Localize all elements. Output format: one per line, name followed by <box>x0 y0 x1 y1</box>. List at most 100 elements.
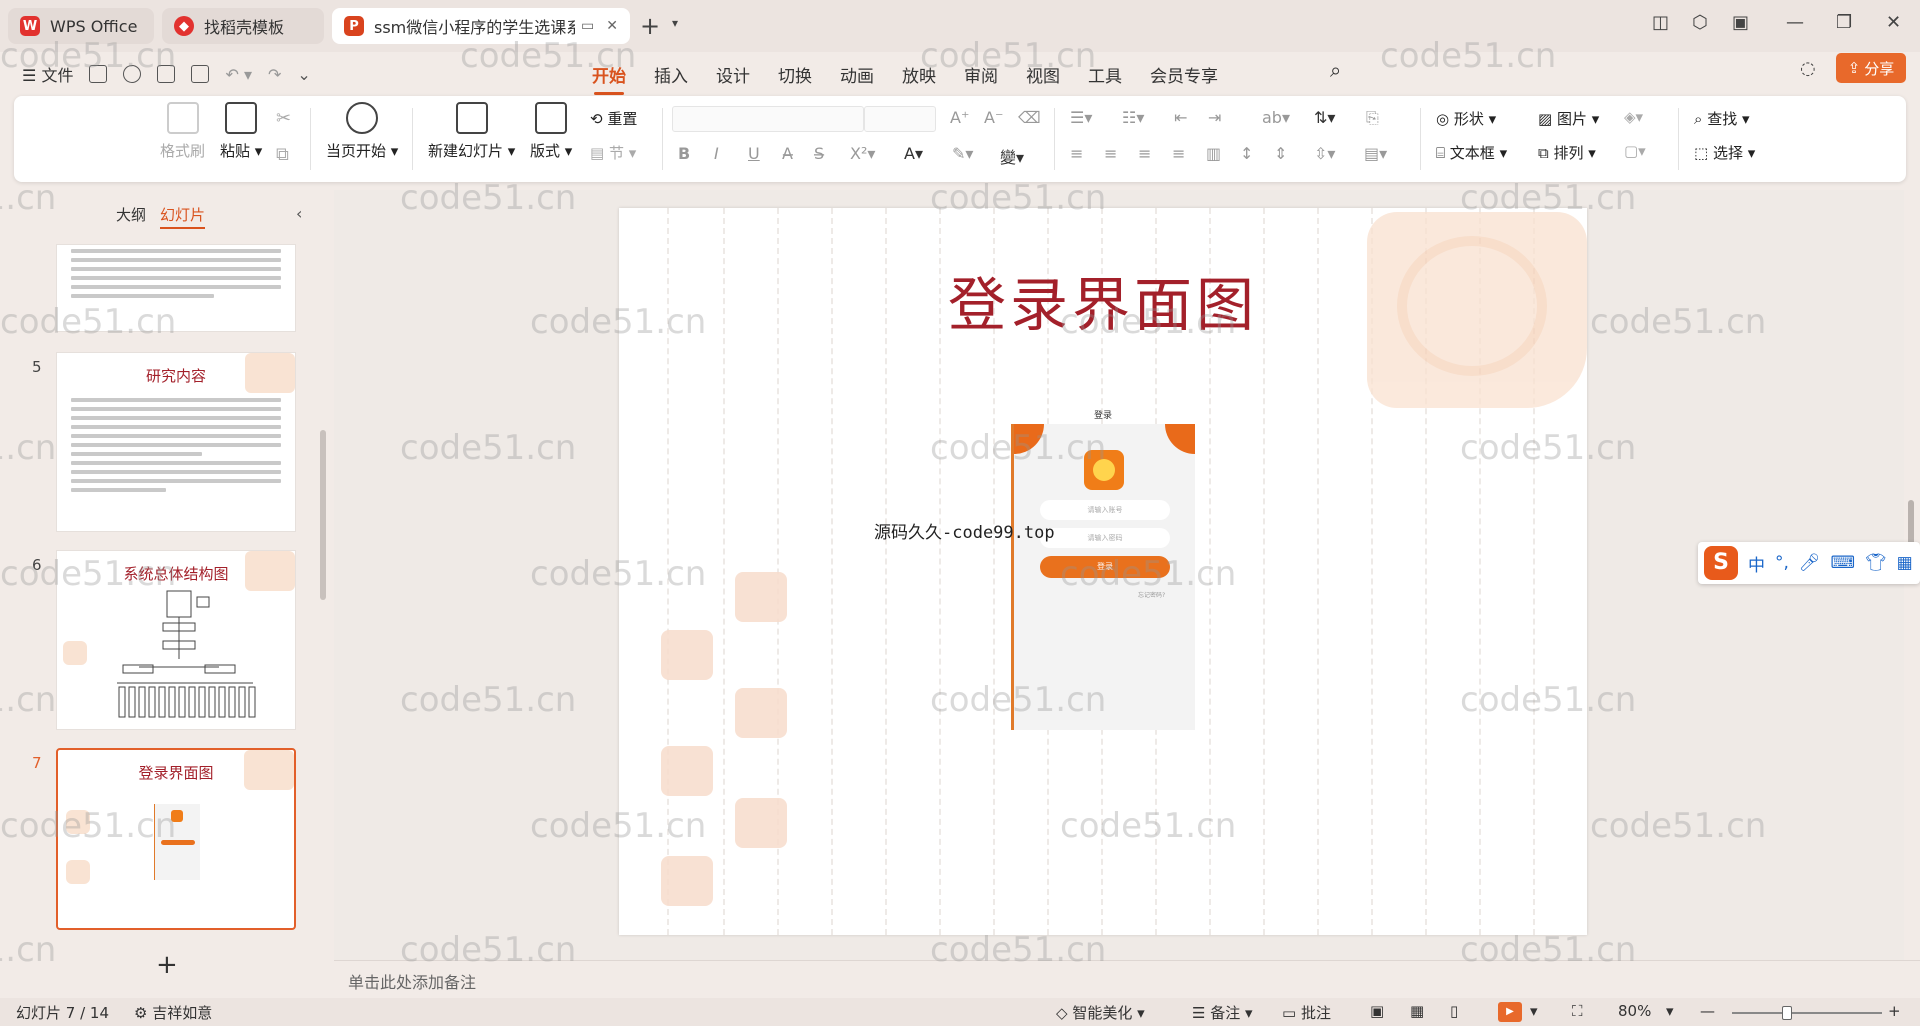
outdent-icon[interactable]: ⇤ <box>1174 108 1187 127</box>
align-center-icon[interactable]: ≡ <box>1104 144 1117 163</box>
ime-punct-toggle[interactable]: °, <box>1775 553 1789 573</box>
highlight-icon[interactable]: ✎▾ <box>952 144 973 163</box>
zoom-slider[interactable] <box>1732 1012 1882 1014</box>
slide-thumbnail-selected[interactable]: 登录界面图 <box>56 748 296 930</box>
font-color-icon[interactable]: A▾ <box>904 144 923 163</box>
normal-view-icon[interactable]: ▣ <box>1370 1002 1384 1020</box>
theme-button[interactable]: ⚙ 吉祥如意 <box>134 1002 212 1023</box>
zoom-slider-knob[interactable] <box>1782 1006 1792 1020</box>
phonetic-icon[interactable]: 變▾ <box>1000 144 1024 168</box>
layout-icon[interactable]: ◫ <box>1652 12 1669 33</box>
bold-icon[interactable]: B <box>678 144 690 163</box>
source-watermark-text[interactable]: 源码久久-code99.top <box>874 518 1055 543</box>
text-align-icon[interactable]: ▤▾ <box>1364 144 1387 163</box>
redo-icon[interactable]: ↷ <box>268 65 281 84</box>
tab-view[interactable]: 视图 <box>1012 58 1074 95</box>
reset-button[interactable]: ⟲ 重置 <box>590 108 637 129</box>
more-chevron-icon[interactable]: ⌄ <box>297 65 310 84</box>
justify-icon[interactable]: ≡ <box>1172 144 1185 163</box>
convert-icon[interactable]: ⎘ <box>1366 108 1379 128</box>
collapse-panel-icon[interactable]: ‹ <box>296 204 302 223</box>
zoom-in-icon[interactable]: + <box>1888 1002 1901 1020</box>
tab-template[interactable]: ◆ 找稻壳模板 <box>162 8 324 44</box>
spacing-menu-icon[interactable]: ⇳▾ <box>1314 144 1335 163</box>
arrange-button[interactable]: ⧉ 排列 ▾ <box>1538 142 1596 163</box>
font-family-combo[interactable] <box>672 106 864 132</box>
notes-toggle[interactable]: ☰ 备注 ▾ <box>1192 1002 1253 1023</box>
share-button[interactable]: ⇪ 分享 <box>1836 53 1906 83</box>
superscript-icon[interactable]: X²▾ <box>850 144 875 163</box>
layout-button[interactable]: 版式 ▾ <box>530 102 572 161</box>
restore-icon[interactable]: ❐ <box>1836 12 1852 33</box>
avatar[interactable]: ▣ <box>1732 12 1749 33</box>
find-button[interactable]: ⌕ 查找 ▾ <box>1694 108 1750 129</box>
format-painter-button[interactable]: 格式刷 <box>160 102 205 161</box>
slide-title[interactable]: 登录界面图 <box>619 258 1587 342</box>
chevron-down-icon[interactable]: ▾ <box>672 16 678 30</box>
distribute-icon[interactable]: ▥ <box>1206 144 1221 163</box>
new-tab-icon[interactable]: + <box>640 12 660 40</box>
play-options-chevron-icon[interactable]: ▾ <box>1530 1002 1538 1020</box>
tab-slides[interactable]: 幻灯片 <box>160 204 206 229</box>
zoom-chevron-icon[interactable]: ▾ <box>1666 1002 1674 1020</box>
bullet-list-icon[interactable]: ☰▾ <box>1070 108 1092 127</box>
new-slide-button[interactable]: 新建幻灯片 ▾ <box>428 102 515 161</box>
keyboard-icon[interactable]: ⌨ <box>1831 553 1856 573</box>
tab-insert[interactable]: 插入 <box>640 58 702 95</box>
slide[interactable]: 登录界面图 登录 请输入账号 请输入密码 登录 忘记密码? 源码久久-code9… <box>619 208 1587 935</box>
sort-icon[interactable]: ⇅▾ <box>1314 108 1335 127</box>
play-from-current-button[interactable]: 当页开始 ▾ <box>326 102 398 161</box>
slide-thumbnail[interactable] <box>56 244 296 332</box>
grid-icon[interactable]: ▦ <box>1897 553 1913 573</box>
picture-button[interactable]: ▨ 图片 ▾ <box>1538 108 1599 129</box>
panel-scrollbar[interactable] <box>320 430 326 600</box>
increase-font-icon[interactable]: A⁺ <box>950 108 969 127</box>
decrease-font-icon[interactable]: A⁻ <box>984 108 1003 127</box>
para-spacing-icon[interactable]: ⇕ <box>1274 144 1287 163</box>
outline-icon[interactable]: ▢▾ <box>1624 142 1646 160</box>
print-preview-icon[interactable] <box>191 65 210 83</box>
tab-document[interactable]: P ssm微信小程序的学生选课系统 ▭ ✕ <box>332 8 630 44</box>
sorter-view-icon[interactable]: ▦ <box>1410 1002 1424 1020</box>
align-right-icon[interactable]: ≡ <box>1138 144 1151 163</box>
shadow-icon[interactable]: S̶ <box>814 144 824 163</box>
slide-thumbnail[interactable]: 研究内容 <box>56 352 296 532</box>
zoom-level[interactable]: 80% <box>1618 1002 1651 1020</box>
tab-member[interactable]: 会员专享 <box>1136 58 1232 95</box>
fill-icon[interactable]: ◈▾ <box>1624 108 1643 126</box>
tab-wps-office[interactable]: W WPS Office <box>8 8 154 44</box>
microphone-icon[interactable]: 🎤︎ <box>1799 553 1821 573</box>
add-slide-button[interactable]: + <box>156 950 178 980</box>
shape-button[interactable]: ◎ 形状 ▾ <box>1436 108 1496 129</box>
tab-review[interactable]: 审阅 <box>950 58 1012 95</box>
line-spacing-icon[interactable]: ↕ <box>1240 144 1253 163</box>
slide-thumbnail[interactable]: 系统总体结构图 <box>56 550 296 730</box>
zoom-out-icon[interactable]: — <box>1700 1002 1715 1020</box>
ime-toolbar[interactable]: S 中 °, 🎤︎ ⌨ 👕︎ ▦ <box>1698 542 1920 584</box>
login-screenshot-image[interactable]: 请输入账号 请输入密码 登录 忘记密码? <box>1011 424 1195 730</box>
textbox-button[interactable]: ⌸ 文本框 ▾ <box>1436 142 1507 163</box>
indent-icon[interactable]: ⇥ <box>1208 108 1221 127</box>
fit-window-icon[interactable]: ⛶ <box>1572 1002 1583 1020</box>
chat-icon[interactable]: ◌ <box>1800 58 1816 79</box>
ime-lang-toggle[interactable]: 中 <box>1748 551 1765 576</box>
font-size-combo[interactable] <box>864 106 936 132</box>
save-icon[interactable] <box>89 65 108 83</box>
tab-slideshow[interactable]: 放映 <box>888 58 950 95</box>
align-left-icon[interactable]: ≡ <box>1070 144 1083 163</box>
share-link-icon[interactable] <box>123 65 142 83</box>
print-icon[interactable] <box>157 65 176 83</box>
tab-design[interactable]: 设计 <box>702 58 764 95</box>
undo-icon[interactable]: ↶ ▾ <box>225 65 252 84</box>
paste-button[interactable]: 粘贴 ▾ <box>220 102 262 161</box>
section-button[interactable]: ▤ 节 ▾ <box>590 142 636 163</box>
slideshow-play-button[interactable]: ▶ <box>1498 1002 1522 1022</box>
tab-tools[interactable]: 工具 <box>1074 58 1136 95</box>
search-icon[interactable]: ⌕ <box>1330 58 1341 82</box>
tab-outline[interactable]: 大纲 <box>116 204 146 229</box>
number-list-icon[interactable]: ☷▾ <box>1122 108 1144 127</box>
cut-icon[interactable]: ✂ <box>276 108 291 129</box>
select-button[interactable]: ⬚ 选择 ▾ <box>1694 142 1755 163</box>
comments-toggle[interactable]: ▭ 批注 <box>1282 1002 1331 1023</box>
underline-icon[interactable]: U <box>748 144 760 163</box>
